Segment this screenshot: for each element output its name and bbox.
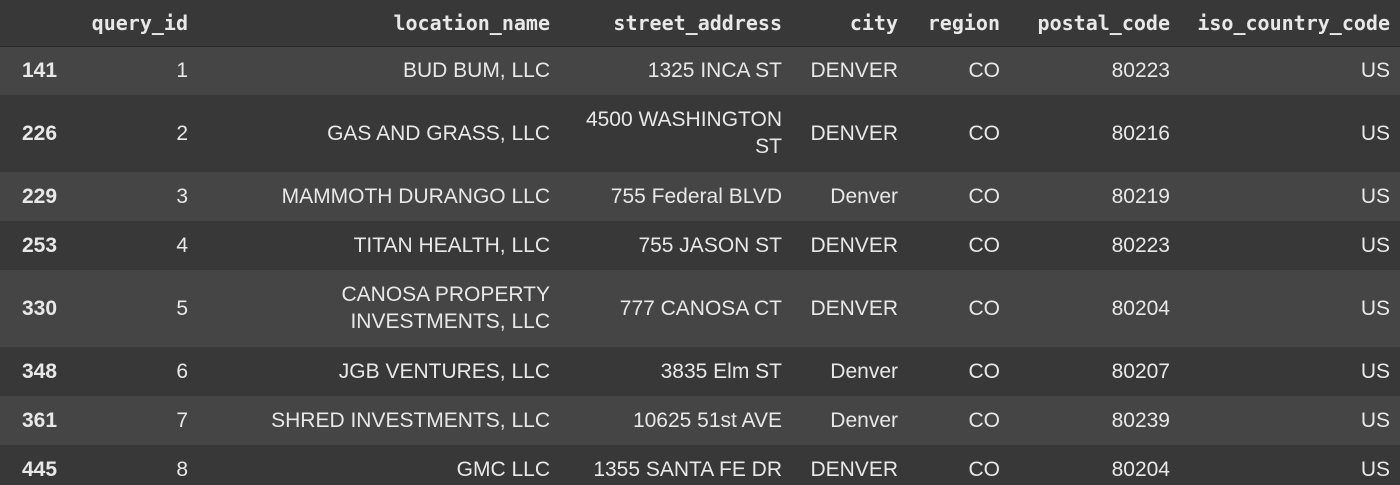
cell-iso-country-code: US: [1360, 59, 1390, 83]
cell-region: CO: [968, 59, 1001, 83]
cell-iso-country-code: US: [1360, 296, 1390, 320]
cell-postal-code: 80204: [1111, 457, 1170, 481]
cell-street-address: 777 CANOSA CT: [619, 296, 782, 320]
cell-query-id: 4: [176, 233, 188, 257]
index-header: [0, 0, 78, 47]
cell-postal-code: 80223: [1111, 233, 1170, 257]
cell-location-name: GAS AND GRASS, LLC: [327, 121, 550, 145]
cell-location-name: JGB VENTURES, LLC: [338, 359, 550, 383]
cell-location-name: CANOSA PROPERTY INVESTMENTS, LLC: [341, 283, 550, 333]
cell-city: DENVER: [810, 121, 898, 145]
cell-iso-country-code: US: [1360, 457, 1390, 481]
table-row: 330 5 CANOSA PROPERTY INVESTMENTS, LLC 7…: [0, 269, 1400, 347]
column-header-query-id: query_id: [78, 0, 198, 47]
cell-query-id: 6: [176, 359, 188, 383]
row-index: 330: [22, 296, 58, 320]
cell-iso-country-code: US: [1360, 184, 1390, 208]
cell-query-id: 7: [176, 408, 188, 432]
column-header-location-name: location_name: [198, 0, 560, 47]
cell-query-id: 8: [176, 457, 188, 481]
cell-region: CO: [968, 408, 1001, 432]
table-row: 253 4 TITAN HEALTH, LLC 755 JASON ST DEN…: [0, 220, 1400, 270]
cell-postal-code: 80216: [1111, 121, 1170, 145]
row-index: 445: [22, 457, 58, 481]
table-row: 445 8 GMC LLC 1355 SANTA FE DR DENVER CO…: [0, 444, 1400, 485]
cell-postal-code: 80223: [1111, 59, 1170, 83]
cell-query-id: 1: [176, 59, 188, 83]
cell-street-address: 755 Federal BLVD: [610, 184, 782, 208]
cell-query-id: 5: [176, 296, 188, 320]
table-row: 141 1 BUD BUM, LLC 1325 INCA ST DENVER C…: [0, 46, 1400, 95]
cell-iso-country-code: US: [1360, 121, 1390, 145]
cell-region: CO: [968, 233, 1001, 257]
cell-query-id: 3: [176, 184, 188, 208]
column-header-iso-country-code: iso_country_code: [1180, 0, 1400, 47]
cell-street-address: 1355 SANTA FE DR: [593, 457, 782, 481]
dataframe-table: query_id location_name street_address ci…: [0, 0, 1400, 485]
cell-postal-code: 80207: [1111, 359, 1170, 383]
row-index: 361: [22, 408, 58, 432]
cell-street-address: 3835 Elm ST: [660, 359, 782, 383]
table-row: 348 6 JGB VENTURES, LLC 3835 Elm ST Denv…: [0, 346, 1400, 396]
cell-location-name: MAMMOTH DURANGO LLC: [281, 184, 550, 208]
cell-street-address: 1325 INCA ST: [647, 59, 782, 83]
cell-location-name: BUD BUM, LLC: [402, 59, 550, 83]
row-index: 141: [22, 59, 58, 83]
cell-street-address: 4500 WASHINGTON ST: [585, 108, 782, 158]
table-row: 226 2 GAS AND GRASS, LLC 4500 WASHINGTON…: [0, 94, 1400, 172]
cell-region: CO: [968, 296, 1001, 320]
row-index: 229: [22, 184, 58, 208]
cell-iso-country-code: US: [1360, 233, 1390, 257]
cell-location-name: GMC LLC: [456, 457, 550, 481]
cell-region: CO: [968, 121, 1001, 145]
cell-region: CO: [968, 457, 1001, 481]
cell-city: DENVER: [810, 59, 898, 83]
cell-street-address: 10625 51st AVE: [632, 408, 782, 432]
column-header-city: city: [792, 0, 908, 47]
row-index: 226: [22, 121, 58, 145]
cell-location-name: SHRED INVESTMENTS, LLC: [271, 408, 550, 432]
cell-postal-code: 80239: [1111, 408, 1170, 432]
cell-location-name: TITAN HEALTH, LLC: [353, 233, 550, 257]
cell-street-address: 755 JASON ST: [638, 233, 782, 257]
header-row: query_id location_name street_address ci…: [0, 0, 1400, 47]
column-header-region: region: [908, 0, 1010, 47]
cell-region: CO: [968, 359, 1001, 383]
cell-region: CO: [968, 184, 1001, 208]
cell-city: Denver: [830, 184, 898, 208]
cell-city: DENVER: [810, 233, 898, 257]
cell-iso-country-code: US: [1360, 408, 1390, 432]
cell-postal-code: 80204: [1111, 296, 1170, 320]
cell-city: DENVER: [810, 457, 898, 481]
table-row: 361 7 SHRED INVESTMENTS, LLC 10625 51st …: [0, 395, 1400, 445]
cell-postal-code: 80219: [1111, 184, 1170, 208]
cell-city: DENVER: [810, 296, 898, 320]
cell-city: Denver: [830, 408, 898, 432]
column-header-postal-code: postal_code: [1010, 0, 1180, 47]
column-header-street-address: street_address: [560, 0, 792, 47]
cell-iso-country-code: US: [1360, 359, 1390, 383]
row-index: 253: [22, 233, 58, 257]
table-row: 229 3 MAMMOTH DURANGO LLC 755 Federal BL…: [0, 171, 1400, 221]
row-index: 348: [22, 359, 58, 383]
cell-city: Denver: [830, 359, 898, 383]
cell-query-id: 2: [176, 121, 188, 145]
